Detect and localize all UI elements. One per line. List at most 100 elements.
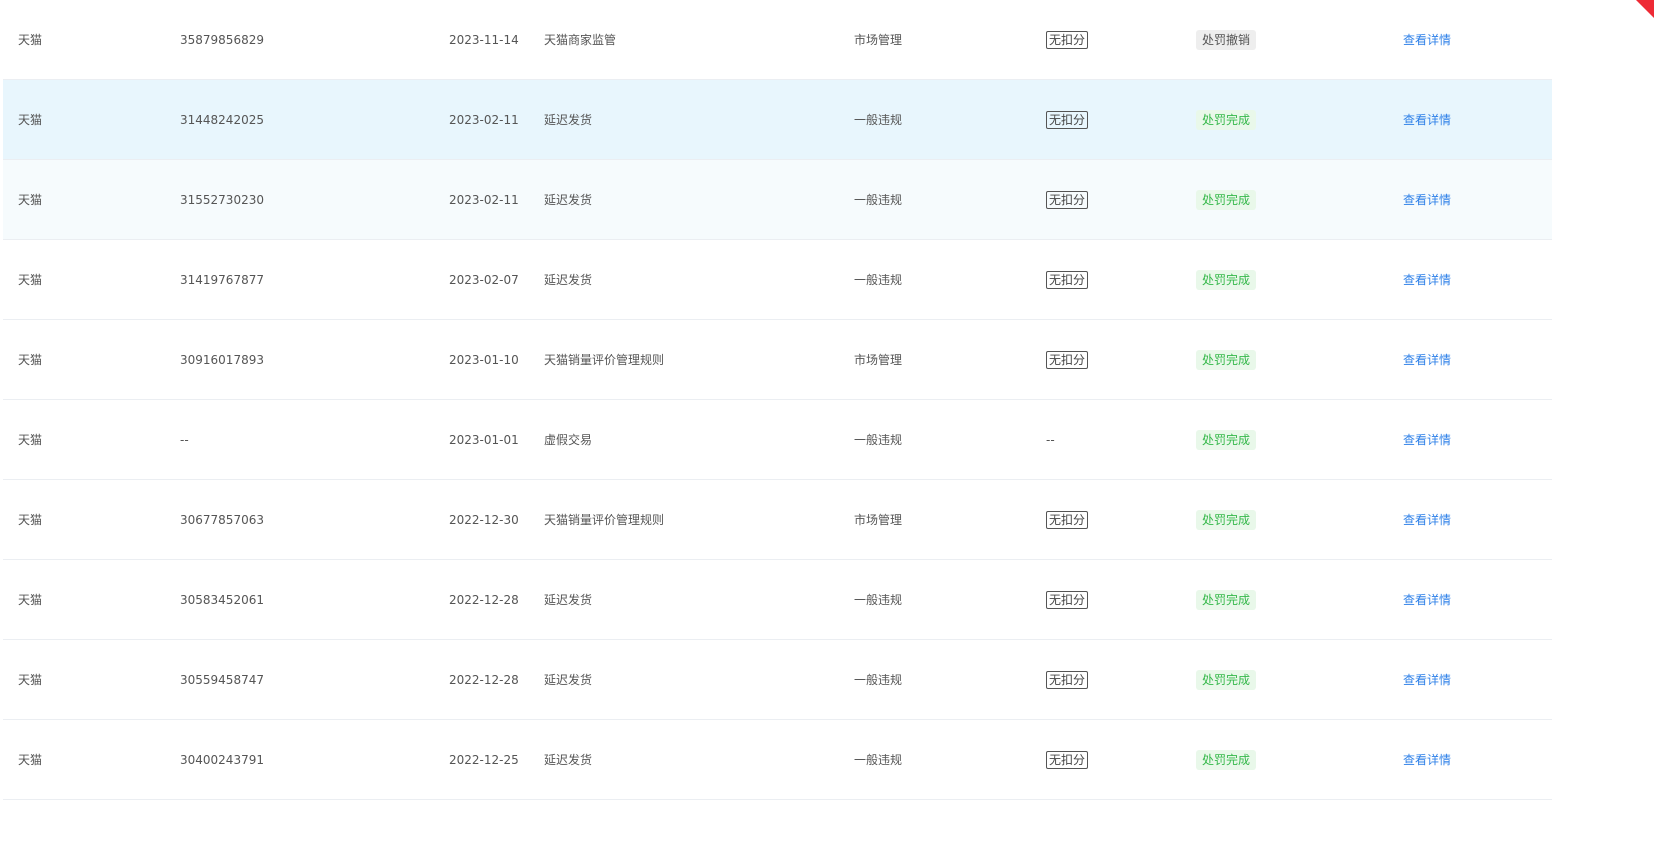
date-cell: 2022-12-25 [449,752,519,767]
type-cell: 市场管理 [854,513,903,527]
score-cell: 无扣分 [1046,720,1089,799]
view-details-link[interactable]: 查看详情 [1403,351,1451,368]
score-cell: 无扣分 [1046,80,1089,159]
reason-cell: 虚假交易 [544,433,593,447]
date-cell: 2022-12-28 [449,592,519,607]
action-cell: 查看详情 [1403,320,1451,399]
status-badge: 处罚完成 [1196,509,1257,530]
id-cell: 31552730230 [180,192,264,207]
table-row: 天猫 30559458747 2022-12-28 延迟发货 一般违规 无扣分 … [3,640,1552,720]
type-cell: 一般违规 [854,433,903,447]
view-details-link[interactable]: 查看详情 [1403,511,1451,528]
id-cell: -- [180,432,189,447]
status-badge: 处罚完成 [1196,349,1257,370]
type-cell: 一般违规 [854,113,903,127]
status-cell: 处罚撤销 [1196,0,1257,79]
status-badge: 处罚完成 [1196,109,1257,130]
date-cell: 2023-02-11 [449,112,519,127]
score-tag: 无扣分 [1046,670,1089,689]
status-badge: 处罚完成 [1196,589,1257,610]
type-cell: 市场管理 [854,353,903,367]
platform-cell: 天猫 [18,673,43,687]
status-cell: 处罚完成 [1196,320,1257,399]
date-cell: 2022-12-30 [449,512,519,527]
type-cell: 一般违规 [854,753,903,767]
score-cell: 无扣分 [1046,240,1089,319]
view-details-link[interactable]: 查看详情 [1403,591,1451,608]
date-cell: 2023-01-10 [449,352,519,367]
reason-cell: 天猫商家监管 [544,33,617,47]
id-cell: 31419767877 [180,272,264,287]
status-badge: 处罚完成 [1196,429,1257,450]
reason-cell: 延迟发货 [544,593,593,607]
id-cell: 30400243791 [180,752,264,767]
view-details-link[interactable]: 查看详情 [1403,111,1451,128]
score-tag: 无扣分 [1046,30,1089,49]
reason-cell: 延迟发货 [544,273,593,287]
score-cell: 无扣分 [1046,560,1089,639]
status-cell: 处罚完成 [1196,160,1257,239]
score-tag: 无扣分 [1046,510,1089,529]
action-cell: 查看详情 [1403,80,1451,159]
type-cell: 一般违规 [854,673,903,687]
score-tag: 无扣分 [1046,270,1089,289]
score-cell: 无扣分 [1046,640,1089,719]
table-row: 天猫 35879856829 2023-11-14 天猫商家监管 市场管理 无扣… [3,0,1552,80]
view-details-link[interactable]: 查看详情 [1403,191,1451,208]
corner-ribbon [1636,0,1654,18]
platform-cell: 天猫 [18,513,43,527]
status-cell: 处罚完成 [1196,720,1257,799]
id-cell: 30583452061 [180,592,264,607]
action-cell: 查看详情 [1403,720,1451,799]
id-cell: 30677857063 [180,512,264,527]
score-tag: 无扣分 [1046,590,1089,609]
platform-cell: 天猫 [18,193,43,207]
table-row: 天猫 31448242025 2023-02-11 延迟发货 一般违规 无扣分 … [3,80,1552,160]
type-cell: 市场管理 [854,33,903,47]
type-cell: 一般违规 [854,193,903,207]
view-details-link[interactable]: 查看详情 [1403,271,1451,288]
date-cell: 2022-12-28 [449,672,519,687]
score-cell: 无扣分 [1046,0,1089,79]
reason-cell: 天猫销量评价管理规则 [544,353,665,367]
score-tag: 无扣分 [1046,350,1089,369]
action-cell: 查看详情 [1403,480,1451,559]
reason-cell: 延迟发货 [544,193,593,207]
status-badge: 处罚完成 [1196,669,1257,690]
view-details-link[interactable]: 查看详情 [1403,671,1451,688]
status-badge: 处罚完成 [1196,269,1257,290]
page: 天猫 35879856829 2023-11-14 天猫商家监管 市场管理 无扣… [0,0,1654,850]
score-tag: 无扣分 [1046,110,1089,129]
table-row: 天猫 30677857063 2022-12-30 天猫销量评价管理规则 市场管… [3,480,1552,560]
platform-cell: 天猫 [18,593,43,607]
action-cell: 查看详情 [1403,160,1451,239]
date-cell: 2023-02-11 [449,192,519,207]
action-cell: 查看详情 [1403,560,1451,639]
platform-cell: 天猫 [18,353,43,367]
action-cell: 查看详情 [1403,640,1451,719]
status-badge: 处罚完成 [1196,749,1257,770]
table-row: 天猫 -- 2023-01-01 虚假交易 一般违规 -- 处罚完成 查看详情 [3,400,1552,480]
id-cell: 31448242025 [180,112,264,127]
status-cell: 处罚完成 [1196,640,1257,719]
action-cell: 查看详情 [1403,400,1451,479]
view-details-link[interactable]: 查看详情 [1403,31,1451,48]
reason-cell: 天猫销量评价管理规则 [544,513,665,527]
score-tag: 无扣分 [1046,190,1089,209]
view-details-link[interactable]: 查看详情 [1403,751,1451,768]
score-cell: -- [1046,432,1055,447]
view-details-link[interactable]: 查看详情 [1403,431,1451,448]
violations-table: 天猫 35879856829 2023-11-14 天猫商家监管 市场管理 无扣… [3,0,1552,800]
type-cell: 一般违规 [854,593,903,607]
date-cell: 2023-01-01 [449,432,519,447]
table-row: 天猫 31419767877 2023-02-07 延迟发货 一般违规 无扣分 … [3,240,1552,320]
platform-cell: 天猫 [18,33,43,47]
action-cell: 查看详情 [1403,0,1451,79]
table-row: 天猫 30583452061 2022-12-28 延迟发货 一般违规 无扣分 … [3,560,1552,640]
status-badge: 处罚完成 [1196,189,1257,210]
score-cell: 无扣分 [1046,480,1089,559]
platform-cell: 天猫 [18,753,43,767]
reason-cell: 延迟发货 [544,113,593,127]
score-cell: 无扣分 [1046,320,1089,399]
reason-cell: 延迟发货 [544,673,593,687]
